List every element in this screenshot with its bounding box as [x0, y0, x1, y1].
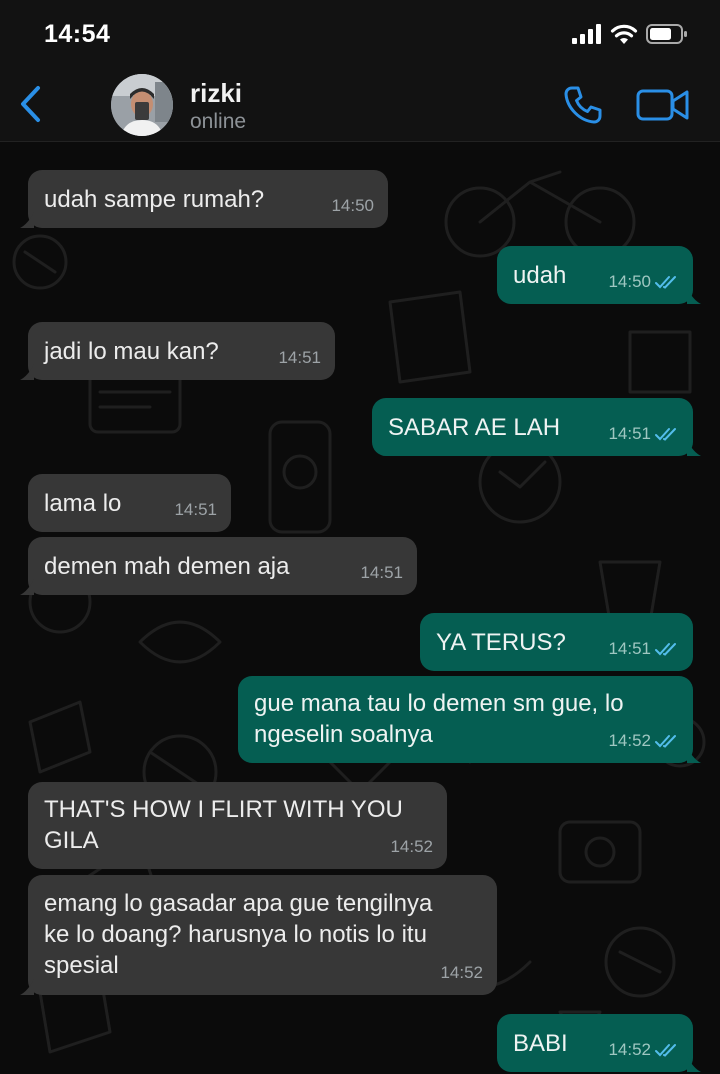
message-time: 14:52 — [440, 963, 483, 982]
video-camera-icon — [636, 89, 689, 121]
message-bubble-incoming[interactable]: jadi lo mau kan? 14:51 — [20, 322, 335, 380]
contact-status: online — [190, 110, 247, 133]
message-time: 14:50 — [608, 266, 679, 297]
message-bubble-incoming[interactable]: emang lo gasadar apa gue tengilnya ke lo… — [20, 875, 497, 995]
battery-icon — [646, 24, 687, 44]
video-call-button[interactable] — [636, 86, 690, 124]
phone-icon — [564, 86, 602, 124]
message-bubble-outgoing[interactable]: gue mana tau lo demen sm gue, lo ngeseli… — [238, 676, 701, 763]
message-time: 14:51 — [360, 563, 403, 582]
contact-name[interactable]: rizki — [190, 78, 242, 109]
double-check-icon — [655, 642, 676, 656]
status-time: 14:54 — [44, 20, 111, 48]
message-time: 14:51 — [174, 500, 217, 519]
message-time: 14:50 — [331, 196, 374, 215]
message-bubble-incoming[interactable]: udah sampe rumah? 14:50 — [20, 170, 388, 228]
status-icons — [572, 22, 688, 46]
chat-header: rizki online — [0, 64, 720, 142]
message-bubble-incoming[interactable]: demen mah demen aja 14:51 — [20, 537, 417, 595]
avatar-image — [111, 74, 173, 136]
double-check-icon — [655, 427, 676, 441]
cellular-signal-icon — [572, 24, 601, 44]
chevron-left-icon — [21, 86, 40, 122]
bubble-tail — [20, 579, 34, 595]
message-time: 14:51 — [608, 633, 679, 664]
double-check-icon — [655, 734, 676, 748]
bubble-tail — [20, 364, 34, 380]
bubble-tail — [687, 747, 701, 763]
message-bubble-outgoing[interactable]: udah 14:50 — [497, 246, 701, 304]
voice-call-button[interactable] — [562, 84, 604, 126]
message-time: 14:52 — [608, 1034, 679, 1065]
message-time: 14:52 — [390, 837, 433, 856]
message-time: 14:52 — [608, 725, 679, 756]
message-text: emang lo gasadar apa gue tengilnya ke lo… — [44, 890, 433, 979]
message-text: udah sampe rumah? — [44, 186, 265, 213]
bubble-tail — [687, 1056, 701, 1072]
back-button[interactable] — [12, 82, 48, 126]
message-time: 14:51 — [278, 348, 321, 367]
wifi-icon — [610, 24, 638, 44]
message-bubble-outgoing[interactable]: BABI 14:52 — [497, 1014, 701, 1072]
bubble-tail — [687, 440, 701, 456]
double-check-icon — [655, 1043, 676, 1057]
double-check-icon — [655, 275, 676, 289]
message-text: demen mah demen aja — [44, 553, 290, 580]
status-bar: 14:54 — [0, 0, 720, 64]
bubble-tail — [20, 979, 34, 995]
message-bubble-incoming[interactable]: lama lo 14:51 — [28, 474, 231, 532]
message-bubble-outgoing[interactable]: SABAR AE LAH 14:51 — [372, 398, 701, 456]
avatar[interactable] — [111, 74, 173, 136]
message-time: 14:51 — [608, 418, 679, 449]
message-bubble-outgoing[interactable]: YA TERUS? 14:51 — [420, 613, 693, 671]
message-text: THAT'S HOW I FLIRT WITH YOU GILA — [44, 796, 403, 854]
message-bubble-incoming[interactable]: THAT'S HOW I FLIRT WITH YOU GILA 14:52 — [28, 782, 447, 869]
bubble-tail — [20, 212, 34, 228]
bubble-tail — [687, 288, 701, 304]
chat-area[interactable]: udah sampe rumah? 14:50 udah 14:50 jadi … — [0, 142, 720, 1074]
